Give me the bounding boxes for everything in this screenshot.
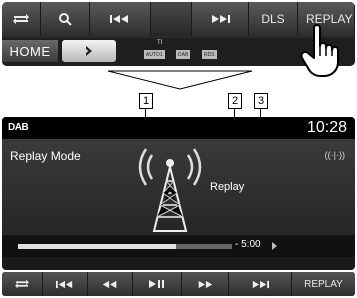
clock: 10:28 (306, 119, 347, 136)
replay-progress-bar[interactable] (18, 244, 232, 249)
mode-label: Replay Mode (10, 149, 81, 163)
callout-3: 3 (254, 93, 268, 109)
home-label: HOME (9, 43, 51, 59)
search-icon (59, 13, 72, 26)
skip-forward-icon (212, 15, 230, 23)
bottom-previous-button[interactable] (43, 272, 88, 296)
swap-icon (13, 14, 29, 24)
play-pause-button[interactable] (133, 272, 182, 296)
source-label: DAB (8, 122, 29, 133)
replay-text: Replay (210, 181, 245, 193)
rewind-button[interactable] (88, 272, 133, 296)
skip-back-icon (110, 15, 128, 23)
replay-progress-area: - 5:00 (2, 235, 355, 257)
search-button[interactable] (41, 2, 90, 36)
replay-progress-fill (18, 244, 177, 249)
callout-pointer (107, 70, 253, 90)
bottom-control-bar: REPLAY (2, 272, 355, 296)
callout-1: 1 (139, 93, 153, 109)
expand-button[interactable] (62, 40, 116, 62)
chevron-right-icon (86, 46, 92, 56)
skip-forward-icon (252, 280, 269, 288)
replay-time: - 5:00 (235, 239, 261, 250)
dab-screen: DAB 10:28 Replay Mode ((·|·)) Replay - 5… (2, 117, 355, 270)
blank-button[interactable] (151, 2, 192, 36)
live-marker-icon (272, 242, 277, 250)
swap-button[interactable] (2, 2, 41, 36)
next-button[interactable] (192, 2, 249, 36)
antenna-signal-icon: ((·|·)) (324, 150, 345, 160)
hand-pointer-icon (300, 24, 339, 77)
previous-button[interactable] (90, 2, 151, 36)
tower-icon (138, 148, 202, 232)
indicator-rds: RDS (202, 50, 217, 59)
skip-back-icon (56, 280, 73, 288)
ti-label: TI (157, 40, 163, 46)
dls-button[interactable]: DLS (249, 2, 298, 36)
play-pause-icon (149, 280, 164, 288)
bottom-swap-button[interactable] (2, 272, 43, 296)
rewind-icon (102, 280, 117, 288)
fast-forward-icon (198, 280, 213, 288)
bottom-replay-button[interactable]: REPLAY (292, 272, 355, 296)
bottom-replay-label: REPLAY (304, 278, 343, 290)
content-area: Replay Mode ((·|·)) Replay (2, 139, 355, 235)
bottom-next-button[interactable] (229, 272, 292, 296)
fast-forward-button[interactable] (182, 272, 229, 296)
callout-2: 2 (228, 93, 242, 109)
title-bar: DAB 10:28 (2, 117, 355, 139)
dls-label: DLS (261, 12, 285, 26)
home-button[interactable]: HOME (2, 40, 58, 62)
swap-icon (15, 279, 29, 289)
indicator-auto1: AUTO1 (144, 50, 165, 59)
indicator-dab: DAB (176, 50, 191, 59)
